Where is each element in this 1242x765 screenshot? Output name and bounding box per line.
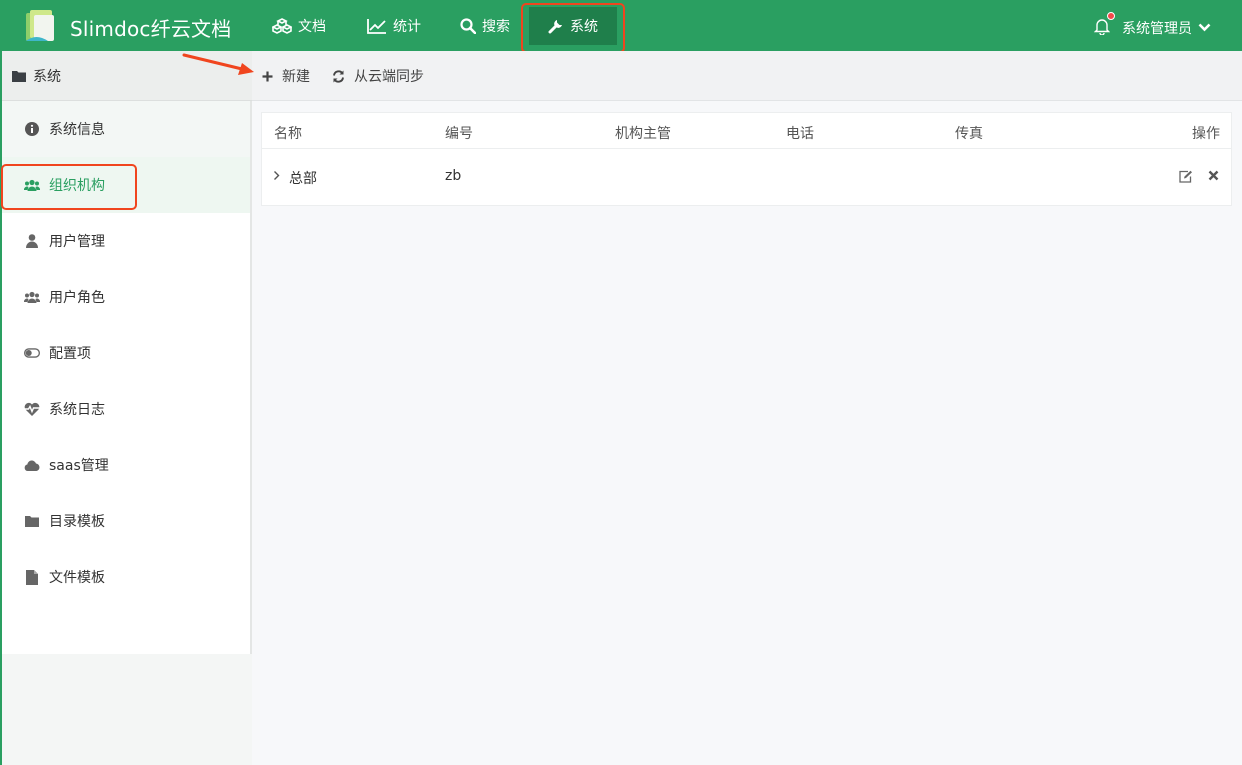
sidebar-item-label: 用户角色 xyxy=(49,290,105,306)
heartbeat-icon xyxy=(24,402,40,416)
sidebar-item-label: 文件模板 xyxy=(49,570,105,586)
sidebar-item-organization[interactable]: 组织机构 xyxy=(2,157,250,213)
brand-title[interactable]: Slimdoc纤云文档 xyxy=(70,13,231,42)
folder-icon xyxy=(12,70,26,82)
user-menu[interactable]: 系统管理员 xyxy=(1122,0,1211,55)
file-icon xyxy=(26,569,38,585)
bell-icon[interactable] xyxy=(1094,17,1110,35)
nav-system-label: 系统 xyxy=(570,19,598,35)
delete-icon[interactable] xyxy=(1208,170,1219,181)
user-name: 系统管理员 xyxy=(1122,20,1192,37)
sidebar-item-label: 配置项 xyxy=(49,346,91,362)
sidebar-item-user-management[interactable]: 用户管理 xyxy=(2,213,250,269)
wrench-icon xyxy=(548,20,562,34)
sidebar-item-config[interactable]: 配置项 xyxy=(2,325,250,381)
chevron-right-icon[interactable] xyxy=(273,170,280,181)
users-icon xyxy=(24,291,40,303)
table-row[interactable]: 总部 zb xyxy=(262,149,1231,205)
sidebar-item-label: 目录模板 xyxy=(49,514,105,530)
sidebar-item-system-info[interactable]: 系统信息 xyxy=(2,101,250,157)
folder-icon xyxy=(25,516,39,527)
cubes-icon xyxy=(272,17,292,34)
plus-icon xyxy=(262,71,273,81)
sidebar-item-system-log[interactable]: 系统日志 xyxy=(2,381,250,437)
notification-dot xyxy=(1107,12,1115,20)
nav-system[interactable]: 系统 xyxy=(529,7,617,45)
organization-table: 名称 编号 机构主管 电话 传真 操作 总部 zb xyxy=(261,112,1232,206)
info-circle-icon xyxy=(25,122,39,136)
sync-button-label: 从云端同步 xyxy=(354,69,424,85)
new-button-label: 新建 xyxy=(282,69,310,85)
new-button[interactable]: 新建 xyxy=(262,51,310,101)
col-code: 编号 xyxy=(445,126,473,142)
top-navbar: Slimdoc纤云文档 文档 统计 搜索 系统 系统管理员 xyxy=(0,0,1242,53)
edit-icon[interactable] xyxy=(1179,170,1193,183)
sidebar-item-dir-template[interactable]: 目录模板 xyxy=(2,493,250,549)
col-phone: 电话 xyxy=(786,126,814,142)
sidebar-item-label: 组织机构 xyxy=(49,178,105,194)
toggle-icon xyxy=(24,348,40,358)
sidebar-header: 系统 xyxy=(2,51,252,101)
cell-code: zb xyxy=(445,168,462,184)
table-header: 名称 编号 机构主管 电话 传真 操作 xyxy=(262,113,1231,149)
sidebar-menu: 系统信息 组织机构 用户管理 用户角色 配置项 系统日志 saas管理 目录模板… xyxy=(2,101,252,654)
users-icon xyxy=(24,179,40,191)
nav-search-label: 搜索 xyxy=(482,18,510,35)
col-fax: 传真 xyxy=(955,126,983,142)
nav-stats[interactable]: 统计 xyxy=(367,0,421,51)
sidebar-item-saas[interactable]: saas管理 xyxy=(2,437,250,493)
sync-from-cloud-button[interactable]: 从云端同步 xyxy=(332,51,424,101)
sidebar-item-label: 用户管理 xyxy=(49,234,105,250)
nav-docs-label: 文档 xyxy=(298,18,326,35)
nav-docs[interactable]: 文档 xyxy=(272,0,326,51)
sidebar: 系统 系统信息 组织机构 用户管理 用户角色 配置项 系统日志 saas管理 目… xyxy=(0,51,252,765)
sidebar-item-label: 系统信息 xyxy=(49,122,105,138)
sidebar-item-file-template[interactable]: 文件模板 xyxy=(2,549,250,605)
chevron-down-icon xyxy=(1198,23,1211,32)
nav-search[interactable]: 搜索 xyxy=(460,0,510,51)
search-icon xyxy=(460,17,476,34)
line-chart-icon xyxy=(367,18,386,34)
sidebar-item-label: saas管理 xyxy=(49,458,109,474)
col-name: 名称 xyxy=(274,126,302,142)
refresh-icon xyxy=(333,69,344,83)
nav-stats-label: 统计 xyxy=(393,18,421,35)
col-manager: 机构主管 xyxy=(615,126,671,142)
sidebar-footer-space xyxy=(2,654,252,765)
toolbar: 新建 从云端同步 xyxy=(252,51,1242,101)
sidebar-item-user-roles[interactable]: 用户角色 xyxy=(2,269,250,325)
user-icon xyxy=(26,234,38,248)
cloud-icon xyxy=(24,460,40,471)
sidebar-item-label: 系统日志 xyxy=(49,402,105,418)
col-actions: 操作 xyxy=(1192,126,1220,142)
sidebar-title: 系统 xyxy=(33,68,61,85)
cell-name: 总部 xyxy=(289,171,317,187)
app-logo-icon[interactable] xyxy=(22,7,60,45)
